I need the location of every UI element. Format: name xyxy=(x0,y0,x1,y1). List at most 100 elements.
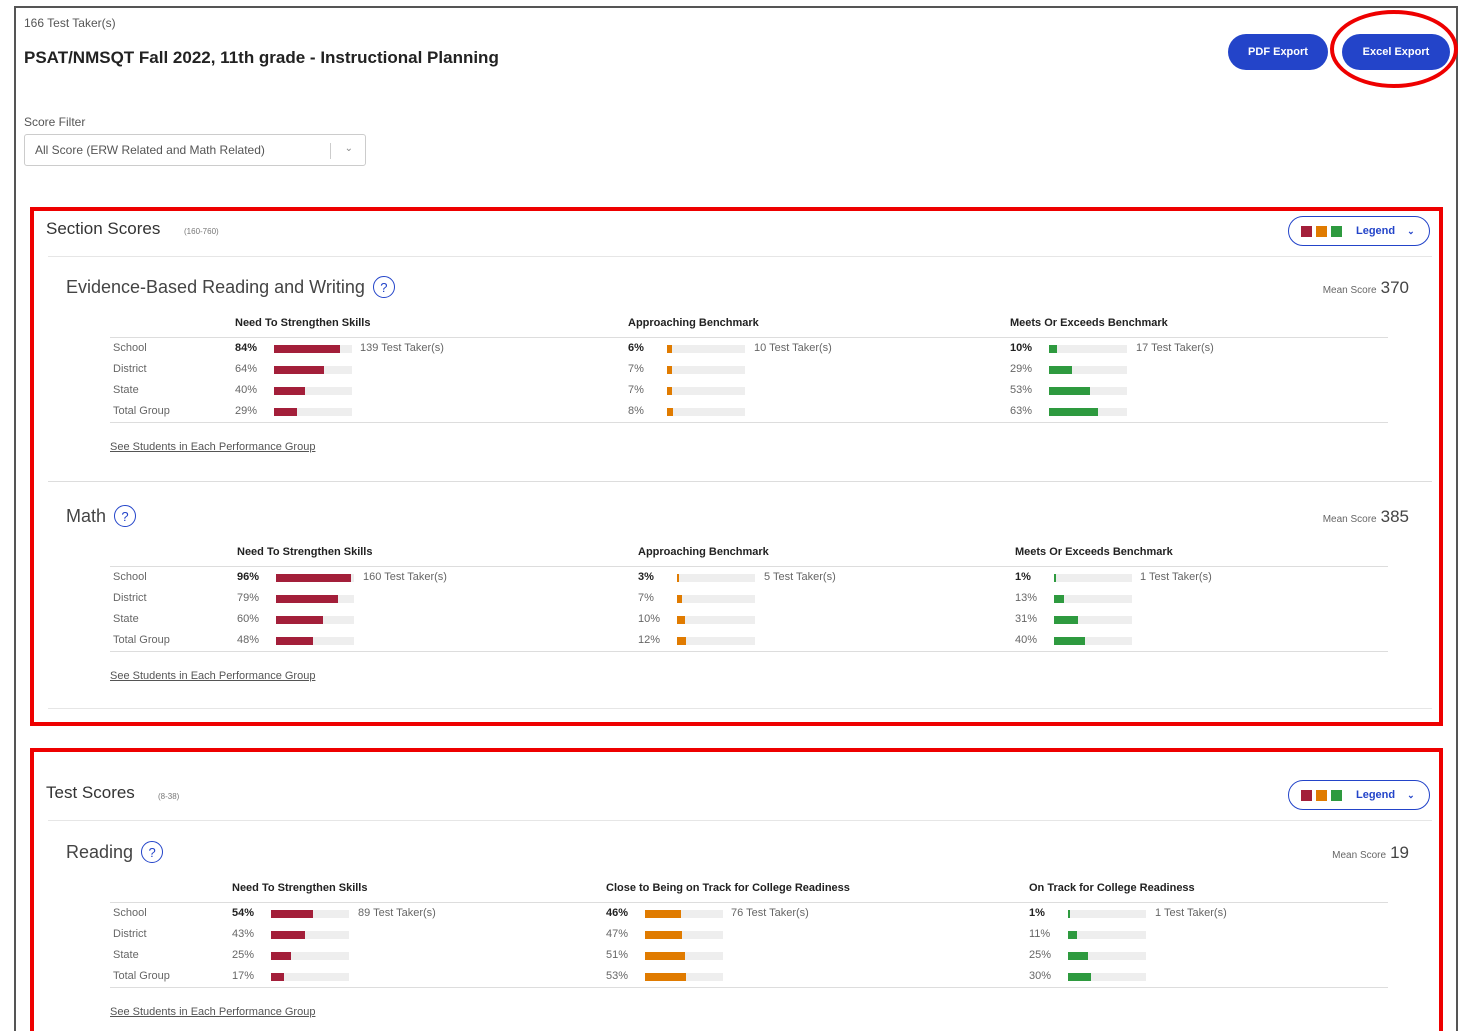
bar-track xyxy=(271,910,349,918)
subpanel-bottom-border xyxy=(48,708,1432,709)
bar-track xyxy=(271,931,349,939)
bar-track xyxy=(645,973,723,981)
percent-value: 8% xyxy=(628,405,644,417)
mean-score: Mean Score 385 xyxy=(1323,507,1409,527)
score-filter-value: All Score (ERW Related and Math Related) xyxy=(35,143,265,157)
bar-fill-red xyxy=(276,637,314,645)
bar-track xyxy=(645,910,723,918)
see-students-link[interactable]: See Students in Each Performance Group xyxy=(110,1006,315,1018)
bar-fill-green xyxy=(1054,574,1056,582)
bar-fill-orange xyxy=(677,637,687,645)
bar-track xyxy=(677,595,755,603)
mean-score-label: Mean Score xyxy=(1332,850,1387,861)
bar-track xyxy=(677,637,755,645)
group-heading: Approaching Benchmark xyxy=(638,546,769,558)
row-label-district: District xyxy=(113,592,147,604)
test-taker-count: 1 Test Taker(s) xyxy=(1155,907,1227,919)
row-label-total-group: Total Group xyxy=(113,405,170,417)
bar-fill-green xyxy=(1049,387,1091,395)
header-rule xyxy=(110,902,1388,903)
score-filter-select[interactable]: All Score (ERW Related and Math Related)… xyxy=(24,134,366,166)
bar-fill-green xyxy=(1049,345,1057,353)
subject-name: Evidence-Based Reading and Writing xyxy=(66,276,365,297)
bar-track xyxy=(667,387,745,395)
percent-value: 1% xyxy=(1015,571,1031,583)
bar-track xyxy=(1049,366,1127,374)
percent-value: 10% xyxy=(1010,342,1033,354)
bar-fill-orange xyxy=(667,345,672,353)
test-taker-count: 76 Test Taker(s) xyxy=(731,907,809,919)
see-students-link[interactable]: See Students in Each Performance Group xyxy=(110,441,315,453)
test-scores-title: Test Scores xyxy=(46,783,135,802)
chevron-down-icon: ⌄ xyxy=(1407,225,1415,236)
legend-green-swatch xyxy=(1331,789,1342,801)
bar-fill-red xyxy=(276,616,323,624)
group-heading: Need To Strengthen Skills xyxy=(232,882,368,894)
bar-track xyxy=(1068,952,1146,960)
select-separator xyxy=(330,143,331,159)
percent-value: 7% xyxy=(628,363,644,375)
percent-value: 63% xyxy=(1010,405,1033,417)
legend-button-section[interactable]: Legend ⌄ xyxy=(1288,216,1430,246)
percent-value: 7% xyxy=(638,592,654,604)
bar-track xyxy=(274,345,352,353)
group-heading: Approaching Benchmark xyxy=(628,317,759,329)
subject-divider xyxy=(48,481,1432,482)
bar-fill-orange xyxy=(645,910,681,918)
bar-track xyxy=(1068,931,1146,939)
subject-name: Math xyxy=(66,505,107,526)
row-label-state: State xyxy=(113,613,139,625)
mean-score: Mean Score 19 xyxy=(1332,843,1409,863)
bar-track xyxy=(667,345,745,353)
bar-fill-orange xyxy=(645,973,687,981)
bar-fill-red xyxy=(271,952,291,960)
group-heading: On Track for College Readiness xyxy=(1029,882,1195,894)
percent-value: 29% xyxy=(235,405,258,417)
bar-track xyxy=(645,952,723,960)
bar-track xyxy=(276,574,354,582)
group-heading: Need To Strengthen Skills xyxy=(237,546,373,558)
help-icon[interactable]: ? xyxy=(114,505,137,527)
group-heading: Meets Or Exceeds Benchmark xyxy=(1015,546,1173,558)
row-label-total-group: Total Group xyxy=(113,970,170,982)
help-icon[interactable]: ? xyxy=(372,276,395,298)
bar-fill-orange xyxy=(667,387,673,395)
test-scores-range: (8-38) xyxy=(158,792,180,801)
percent-value: 1% xyxy=(1029,907,1045,919)
excel-export-button[interactable]: Excel Export xyxy=(1342,34,1450,70)
bar-track xyxy=(1049,345,1127,353)
mean-score: Mean Score 370 xyxy=(1323,278,1409,298)
row-label-total-group: Total Group xyxy=(113,634,170,646)
percent-value: 96% xyxy=(237,571,260,583)
row-label-district: District xyxy=(113,928,147,940)
bar-track xyxy=(1054,595,1132,603)
test-taker-count: 166 Test Taker(s) xyxy=(24,16,116,30)
bar-fill-red xyxy=(274,345,340,353)
row-label-district: District xyxy=(113,363,147,375)
percent-value: 40% xyxy=(1015,634,1038,646)
header-rule xyxy=(110,337,1388,338)
bar-track xyxy=(677,616,755,624)
bar-fill-orange xyxy=(677,616,685,624)
legend-button-test[interactable]: Legend ⌄ xyxy=(1288,780,1430,810)
see-students-link[interactable]: See Students in Each Performance Group xyxy=(110,670,315,682)
test-taker-count: 89 Test Taker(s) xyxy=(358,907,436,919)
percent-value: 10% xyxy=(638,613,661,625)
row-label-state: State xyxy=(113,384,139,396)
bar-track xyxy=(1068,973,1146,981)
bar-fill-orange xyxy=(645,931,682,939)
bar-fill-red xyxy=(274,366,324,374)
bar-fill-orange xyxy=(677,574,680,582)
percent-value: 51% xyxy=(606,949,629,961)
legend-label: Legend xyxy=(1356,789,1396,801)
bar-fill-red xyxy=(274,387,306,395)
bar-track xyxy=(645,931,723,939)
subject-title-math: Math? xyxy=(66,505,137,527)
percent-value: 13% xyxy=(1015,592,1038,604)
bar-track xyxy=(1054,616,1132,624)
test-taker-count: 10 Test Taker(s) xyxy=(754,342,832,354)
help-icon[interactable]: ? xyxy=(141,841,164,863)
bar-fill-orange xyxy=(667,366,673,374)
pdf-export-button[interactable]: PDF Export xyxy=(1228,34,1328,70)
bar-fill-green xyxy=(1054,595,1065,603)
